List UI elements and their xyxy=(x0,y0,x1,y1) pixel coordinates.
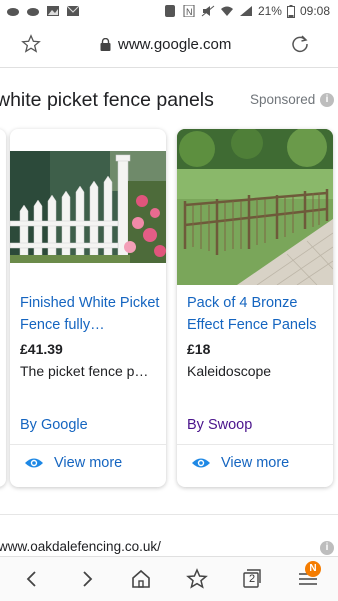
product-card[interactable]: Finished White Picket Fence fully… £41.3… xyxy=(10,129,166,487)
forward-icon[interactable] xyxy=(75,567,99,591)
status-bar: N 21% 09:08 xyxy=(0,0,338,24)
battery-icon xyxy=(286,4,295,18)
reload-icon[interactable] xyxy=(290,34,310,54)
view-more-label: View more xyxy=(54,455,123,471)
product-image[interactable] xyxy=(10,151,166,263)
back-icon[interactable] xyxy=(20,567,44,591)
product-price: £18 xyxy=(187,341,211,357)
info-icon[interactable]: i xyxy=(320,541,334,555)
mute-icon xyxy=(201,5,215,17)
address-bar-divider xyxy=(0,67,338,68)
lock-icon xyxy=(100,38,111,51)
nfc-n-icon: N xyxy=(183,5,195,17)
result-divider xyxy=(0,514,338,515)
image-icon xyxy=(47,6,59,16)
result-url[interactable]: www.oakdalefencing.co.uk/ xyxy=(0,539,161,554)
product-image[interactable] xyxy=(177,129,333,285)
info-icon[interactable]: i xyxy=(320,93,334,107)
view-more-button[interactable]: View more xyxy=(191,455,289,471)
product-description: The picket fence p… xyxy=(20,363,149,379)
ads-heading: white picket fence panels xyxy=(0,89,214,111)
view-more-button[interactable]: View more xyxy=(24,455,122,471)
seller-link[interactable]: By Google xyxy=(20,417,88,433)
eye-icon xyxy=(25,458,43,468)
url-text[interactable]: www.google.com xyxy=(118,36,231,53)
eye-icon xyxy=(192,458,210,468)
view-more-label: View more xyxy=(221,455,290,471)
card-divider xyxy=(10,444,166,445)
tabs-button[interactable]: 2 xyxy=(240,567,264,591)
cloud-icon xyxy=(27,8,39,16)
wifi-icon xyxy=(220,6,233,16)
tab-count: 2 xyxy=(248,573,256,585)
svg-text:N: N xyxy=(186,7,193,17)
card-divider xyxy=(177,444,333,445)
clock: 09:08 xyxy=(299,4,330,18)
product-title[interactable]: Finished White Picket Fence fully… xyxy=(20,292,160,336)
mail-icon xyxy=(66,5,80,16)
signal-icon xyxy=(239,6,252,16)
product-card[interactable]: Pack of 4 Bronze Effect Fence Panels £18… xyxy=(177,129,333,487)
notification-badge: N xyxy=(305,561,321,577)
product-price: £41.39 xyxy=(20,341,63,357)
product-seller-name: Kaleidoscope xyxy=(187,363,272,379)
bottom-nav-bar: 2 N xyxy=(0,556,338,601)
battery-percent: 21% xyxy=(257,4,282,18)
cloud-icon xyxy=(7,8,19,16)
bookmark-star-icon[interactable] xyxy=(20,33,42,55)
home-icon[interactable] xyxy=(129,567,153,591)
product-title[interactable]: Pack of 4 Bronze Effect Fence Panels xyxy=(187,292,327,336)
sponsored-label: Sponsored xyxy=(250,92,316,107)
address-bar[interactable]: www.google.com xyxy=(0,24,338,66)
nfc-icon xyxy=(164,5,175,17)
seller-link[interactable]: By Swoop xyxy=(187,417,252,433)
bookmarks-icon[interactable] xyxy=(185,567,209,591)
product-card-partial[interactable] xyxy=(0,129,6,487)
